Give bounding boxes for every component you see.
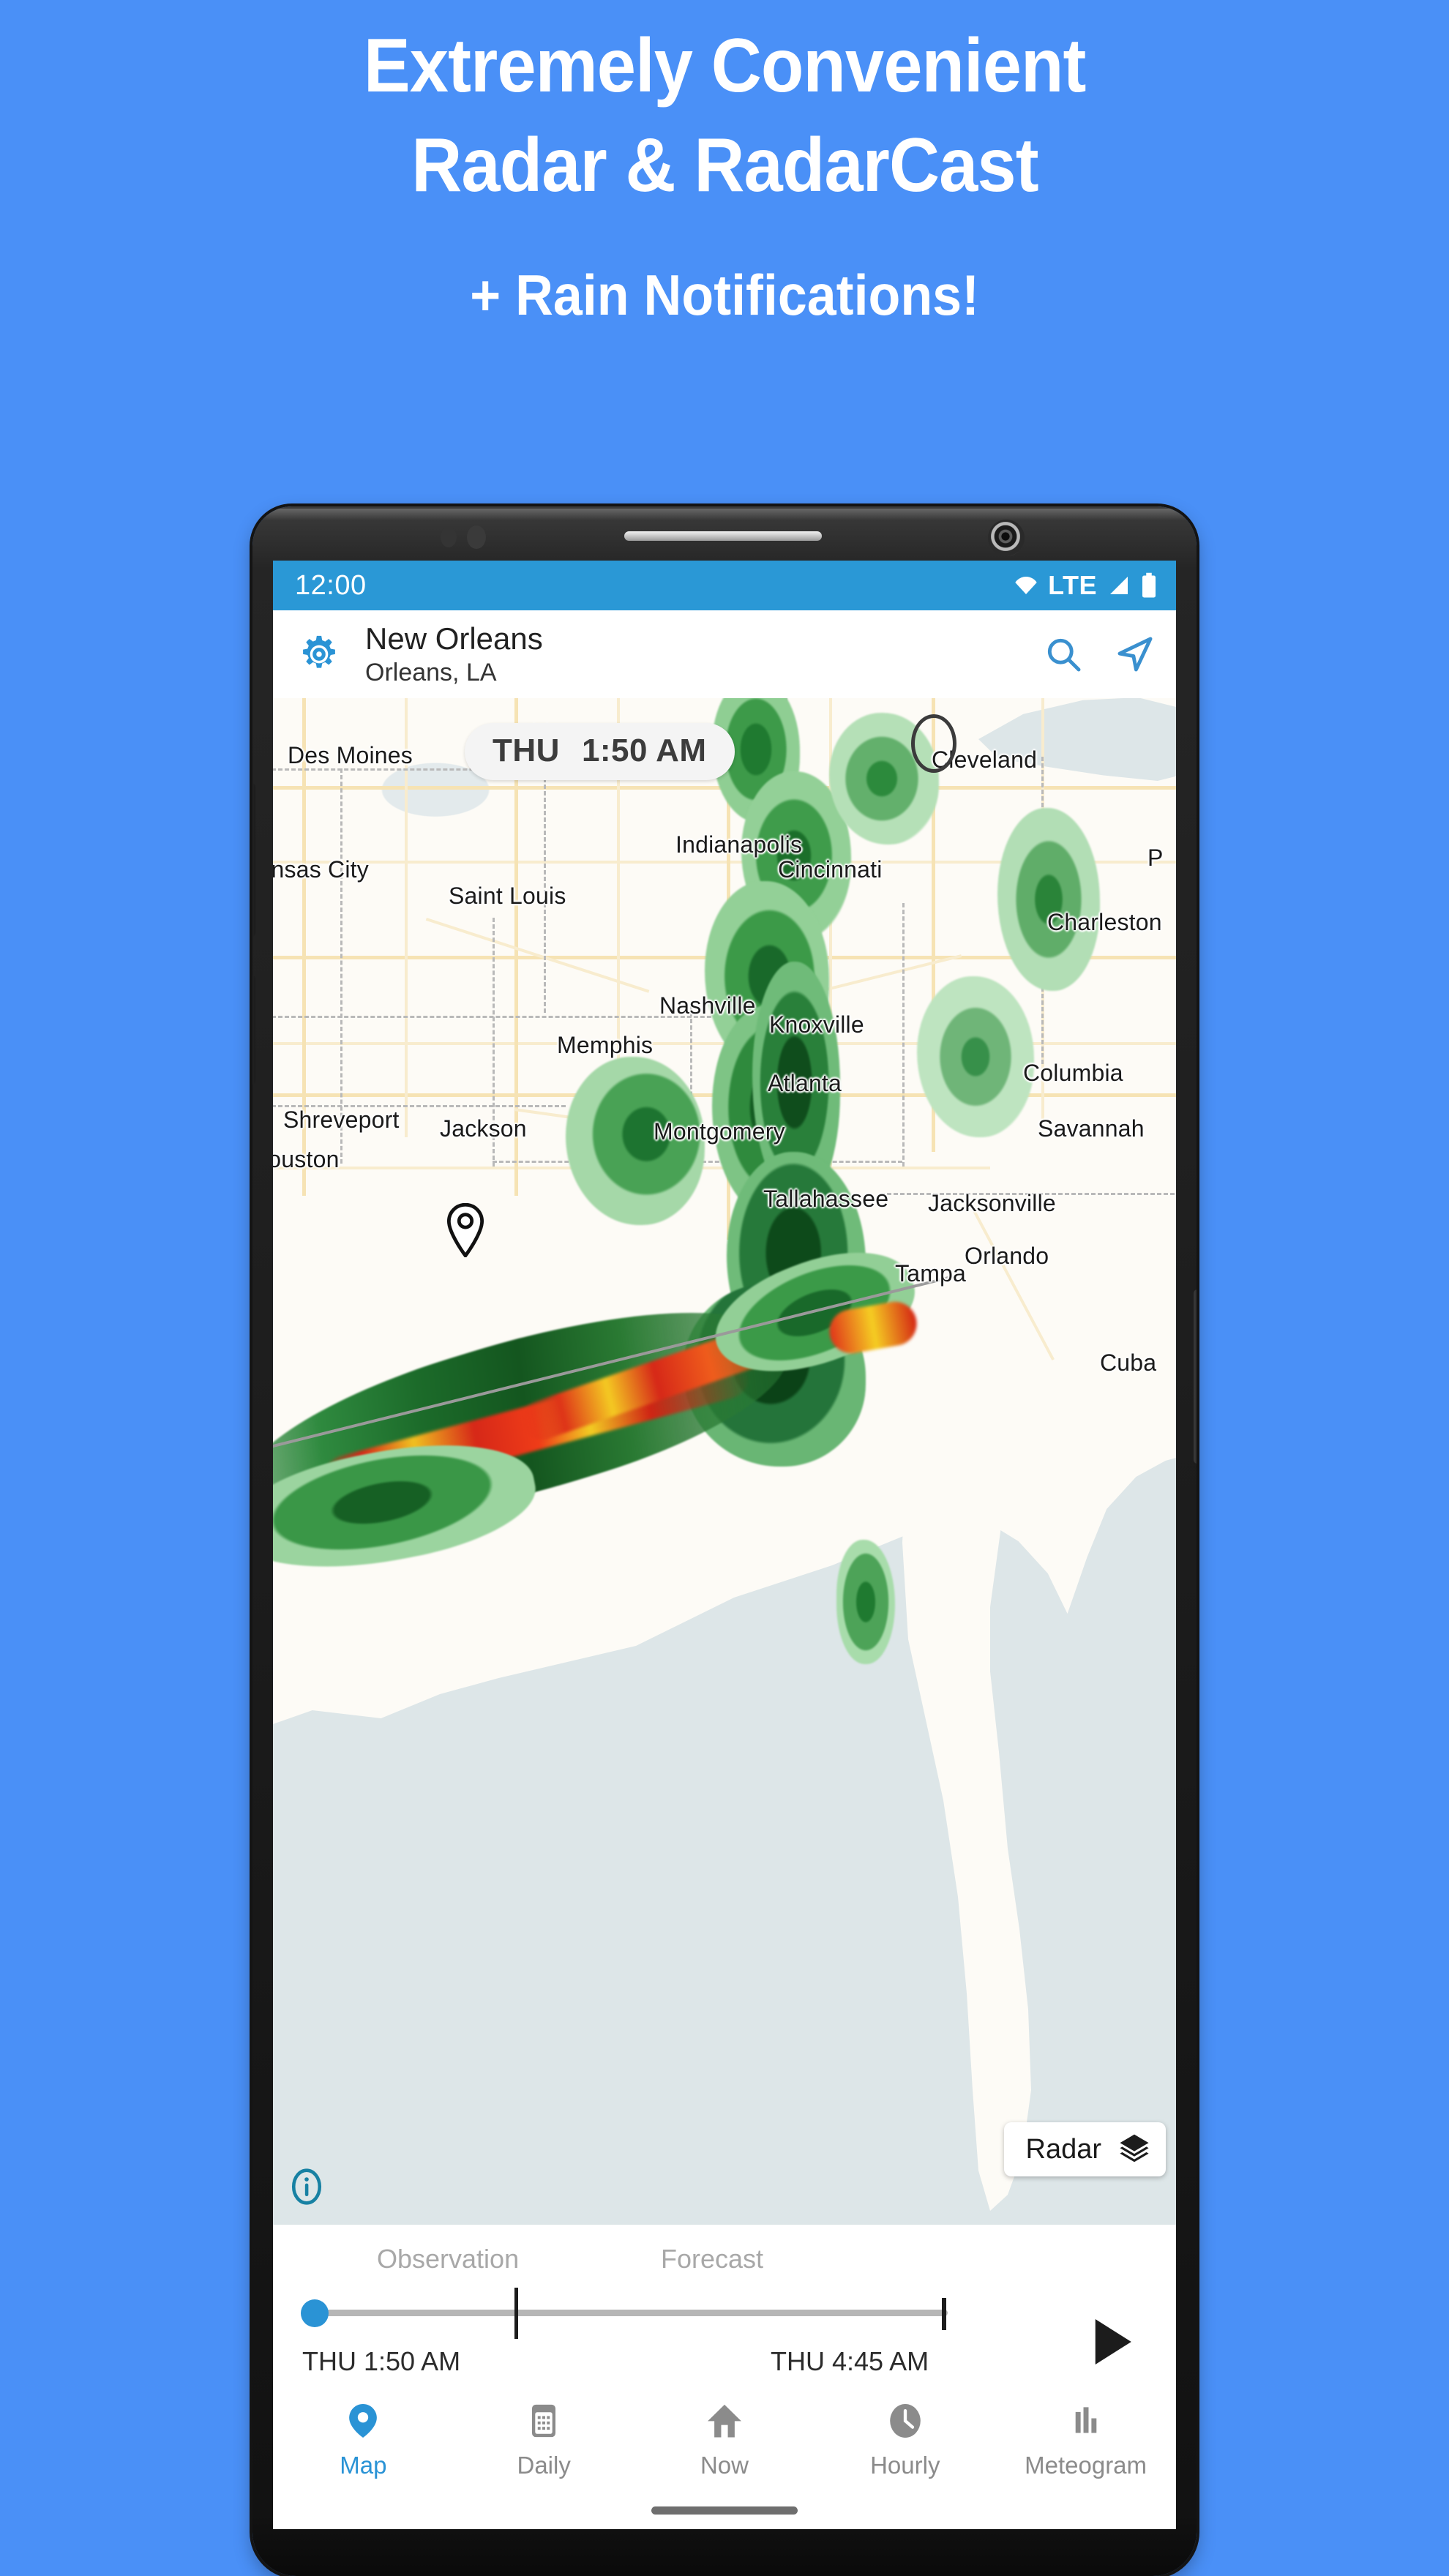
status-bar: 12:00 LTE <box>273 561 1176 610</box>
radar-timeline[interactable]: Observation Forecast THU 1:50 AM THU 4:4… <box>273 2225 1176 2387</box>
state-border <box>902 903 905 1167</box>
city-label: Nashville <box>659 992 756 1019</box>
radar-timestamp-pill: THU 1:50 AM <box>465 723 735 780</box>
observation-label: Observation <box>377 2244 520 2274</box>
promo-headline-line2: Radar & RadarCast <box>411 123 1038 208</box>
power-button[interactable] <box>252 975 255 1085</box>
gesture-navigation-bar[interactable] <box>651 2506 798 2515</box>
city-label: Atlanta <box>768 1070 842 1096</box>
signal-icon <box>1110 577 1128 594</box>
search-icon[interactable] <box>1043 634 1084 675</box>
timeline-now-tick <box>514 2288 518 2339</box>
cleveland-annotation-circle <box>911 714 956 773</box>
info-icon[interactable] <box>288 2168 326 2206</box>
map-pin-icon <box>349 2404 378 2438</box>
city-label: Memphis <box>557 1032 654 1058</box>
city-label: Shreveport <box>283 1107 400 1133</box>
radar-echo <box>836 1540 895 1664</box>
map-layer-button[interactable]: Radar <box>1003 2122 1166 2176</box>
city-label: Kansas City <box>273 856 369 883</box>
nav-label-hourly: Hourly <box>870 2452 940 2479</box>
nav-label-now: Now <box>700 2452 749 2479</box>
nav-item-daily[interactable]: Daily <box>456 2402 632 2479</box>
nav-item-hourly[interactable]: Hourly <box>817 2402 993 2479</box>
promo-headline-line1: Extremely Convenient <box>363 23 1086 108</box>
phone-mockup: 12:00 LTE New Orleans Orleans, LA Des Mo… <box>252 506 1197 2576</box>
city-label: Tallahassee <box>763 1186 889 1212</box>
nav-label-meteogram: Meteogram <box>1025 2452 1147 2479</box>
home-icon <box>708 2404 741 2438</box>
app-bar: New Orleans Orleans, LA <box>273 610 1176 698</box>
timeline-end-tick <box>942 2298 946 2330</box>
city-label: Orlando <box>965 1243 1049 1269</box>
timestamp-time: 1:50 AM <box>581 733 707 768</box>
map-layer-label: Radar <box>1025 2133 1102 2165</box>
city-label: Des Moines <box>288 742 413 768</box>
city-label: Columbia <box>1023 1060 1123 1086</box>
city-label: Knoxville <box>769 1011 864 1038</box>
city-label: Cincinnati <box>778 856 883 883</box>
timeline-end-time: THU 4:45 AM <box>771 2346 929 2376</box>
nav-label-map: Map <box>340 2452 387 2479</box>
light-sensor-icon <box>467 525 486 549</box>
location-name: New Orleans <box>365 621 543 656</box>
timeline-time-labels: THU 1:50 AM THU 4:45 AM <box>295 2346 1154 2384</box>
phone-screen: 12:00 LTE New Orleans Orleans, LA Des Mo… <box>273 561 1176 2529</box>
timeline-slider[interactable] <box>295 2280 1154 2365</box>
forecast-label: Forecast <box>661 2244 764 2274</box>
location-title-block[interactable]: New Orleans Orleans, LA <box>365 621 1012 687</box>
city-label: Houston <box>273 1146 340 1172</box>
nav-label-daily: Daily <box>517 2452 571 2479</box>
timestamp-day: THU <box>493 733 560 768</box>
promo-subheadline: + Rain Notifications! <box>470 263 979 327</box>
wifi-icon <box>1015 577 1037 594</box>
side-button-right[interactable] <box>1194 1289 1197 1464</box>
nav-item-now[interactable]: Now <box>637 2402 812 2479</box>
clock-icon <box>889 2404 921 2438</box>
timeline-start-time: THU 1:50 AM <box>302 2346 461 2376</box>
calendar-icon <box>532 2404 556 2438</box>
promo-banner: Extremely Convenient Radar & RadarCast +… <box>0 0 1449 505</box>
city-label: Savannah <box>1038 1115 1145 1142</box>
city-label: Tampa <box>895 1260 967 1287</box>
city-label: Jackson <box>440 1115 527 1142</box>
timeline-thumb[interactable] <box>301 2299 329 2327</box>
state-border <box>340 768 342 1164</box>
network-type-label: LTE <box>1048 570 1097 600</box>
timeline-track[interactable] <box>311 2310 948 2316</box>
city-label: Saint Louis <box>449 883 566 909</box>
city-label: P <box>1147 845 1164 871</box>
city-label: Indianapolis <box>675 831 803 858</box>
front-camera-icon <box>988 520 1025 556</box>
radar-map[interactable]: Des MoinesChicagoClevelandPIndianapolisC… <box>273 698 1176 2225</box>
city-label: Jacksonville <box>928 1190 1056 1216</box>
city-label: Cuba <box>1100 1349 1157 1376</box>
battery-icon <box>1142 572 1156 598</box>
city-label: Charleston <box>1047 909 1162 935</box>
navigate-icon[interactable] <box>1115 634 1156 675</box>
timeline-phase-labels: Observation Forecast <box>295 2244 1154 2277</box>
phone-top-bezel <box>252 506 1197 561</box>
earpiece-speaker <box>624 531 822 541</box>
volume-button[interactable] <box>252 783 255 937</box>
gear-icon[interactable] <box>298 633 340 675</box>
nav-item-map[interactable]: Map <box>275 2402 451 2479</box>
location-region: Orleans, LA <box>365 659 497 687</box>
proximity-sensor-icon <box>441 527 457 547</box>
bar-chart-icon <box>1075 2407 1096 2433</box>
status-clock: 12:00 <box>295 569 367 601</box>
city-label: Montgomery <box>654 1118 785 1145</box>
layers-icon <box>1120 2134 1149 2163</box>
map-pin-icon[interactable] <box>446 1203 485 1257</box>
nav-item-meteogram[interactable]: Meteogram <box>998 2402 1174 2479</box>
